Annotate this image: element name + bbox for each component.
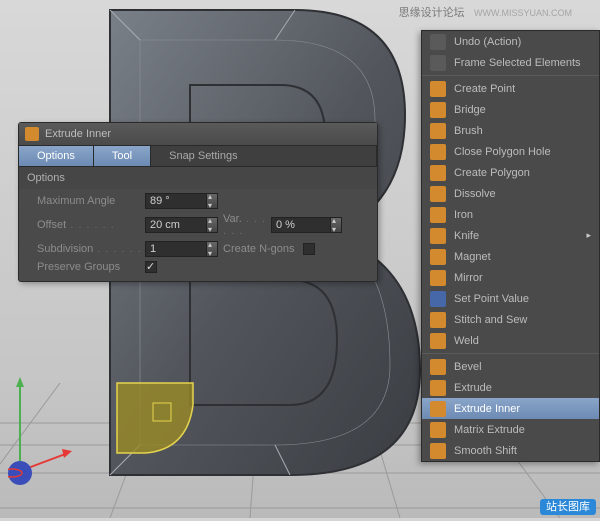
menu-weld[interactable]: Weld [422,330,599,351]
spinner-var[interactable] [331,217,342,233]
fields-grid: Maximum Angle 89 ° Offset 20 cm Var. 0 %… [19,189,377,281]
menu-magnet[interactable]: Magnet [422,246,599,267]
menu-undo-label: Undo (Action) [454,36,521,48]
label-subdivision: Subdivision [37,243,145,255]
label-max-angle: Maximum Angle [37,195,145,207]
menu-set-point-label: Set Point Value [454,293,529,305]
menu-separator [422,75,599,76]
menu-create-poly-label: Create Polygon [454,167,530,179]
extrude-icon [430,380,446,396]
menu-bridge-label: Bridge [454,104,486,116]
menu-knife[interactable]: Knife ▸ [422,225,599,246]
menu-bevel-label: Bevel [454,361,482,373]
menu-iron-label: Iron [454,209,473,221]
tab-options[interactable]: Options [19,146,94,166]
menu-knife-label: Knife [454,230,479,242]
menu-matrix-extrude[interactable]: Matrix Extrude [422,419,599,440]
menu-close-poly-label: Close Polygon Hole [454,146,551,158]
knife-icon [430,228,446,244]
menu-extrude[interactable]: Extrude [422,377,599,398]
menu-weld-label: Weld [454,335,479,347]
menu-bridge[interactable]: Bridge [422,99,599,120]
menu-create-poly[interactable]: Create Polygon [422,162,599,183]
menu-dissolve[interactable]: Dissolve [422,183,599,204]
watermark-text: 思缘设计论坛 [399,7,465,19]
matrix-extrude-icon [430,422,446,438]
mirror-icon [430,270,446,286]
chevron-right-icon: ▸ [586,230,591,241]
input-offset[interactable]: 20 cm [145,217,207,233]
label-var: Var. [223,213,271,237]
iron-icon [430,207,446,223]
checkbox-preserve-groups[interactable] [145,261,157,273]
watermark-bottom: 站长图库 [540,498,596,514]
bridge-icon [430,102,446,118]
menu-bevel[interactable]: Bevel [422,356,599,377]
spinner-max-angle[interactable] [207,193,218,209]
axis-gizmo[interactable] [8,373,73,488]
menu-mirror[interactable]: Mirror [422,267,599,288]
menu-smooth-shift[interactable]: Smooth Shift [422,440,599,461]
label-create-ngons: Create N-gons [223,243,295,255]
input-max-angle[interactable]: 89 ° [145,193,207,209]
menu-create-point[interactable]: Create Point [422,78,599,99]
extrude-inner-panel[interactable]: Extrude Inner Options Tool Snap Settings… [18,122,378,282]
weld-icon [430,333,446,349]
close-poly-icon [430,144,446,160]
create-poly-icon [430,165,446,181]
stitch-icon [430,312,446,328]
label-offset: Offset [37,219,145,231]
menu-stitch[interactable]: Stitch and Sew [422,309,599,330]
panel-titlebar[interactable]: Extrude Inner [19,123,377,146]
smooth-shift-icon [430,443,446,459]
extrude-inner-icon [430,401,446,417]
menu-brush[interactable]: Brush [422,120,599,141]
watermark-top: 思缘设计论坛 WWW.MISSYUAN.COM [399,4,572,20]
menu-brush-label: Brush [454,125,483,137]
bevel-icon [430,359,446,375]
tab-tool[interactable]: Tool [94,146,151,166]
watermark-bubble: 站长图库 [540,499,596,515]
brush-icon [430,123,446,139]
menu-extrude-label: Extrude [454,382,492,394]
checkbox-create-ngons[interactable] [303,243,315,255]
section-options: Options [19,167,377,189]
extrude-inner-icon [25,127,39,141]
menu-separator [422,353,599,354]
label-preserve-groups: Preserve Groups [37,261,145,273]
viewport-3d: 思缘设计论坛 WWW.MISSYUAN.COM Extrude Inner Op… [0,0,600,518]
set-point-icon [430,291,446,307]
input-var[interactable]: 0 % [271,217,331,233]
spinner-offset[interactable] [207,217,218,233]
magnet-icon [430,249,446,265]
menu-matrix-extrude-label: Matrix Extrude [454,424,525,436]
menu-create-point-label: Create Point [454,83,515,95]
menu-stitch-label: Stitch and Sew [454,314,527,326]
menu-mirror-label: Mirror [454,272,483,284]
menu-undo[interactable]: Undo (Action) [422,31,599,52]
menu-iron[interactable]: Iron [422,204,599,225]
menu-smooth-shift-label: Smooth Shift [454,445,517,457]
menu-set-point[interactable]: Set Point Value [422,288,599,309]
panel-tabs: Options Tool Snap Settings [19,146,377,167]
tab-snap-settings[interactable]: Snap Settings [151,146,377,166]
menu-frame-selected[interactable]: Frame Selected Elements [422,52,599,73]
menu-magnet-label: Magnet [454,251,491,263]
frame-icon [430,55,446,71]
spinner-subdivision[interactable] [207,241,218,257]
input-subdivision[interactable]: 1 [145,241,207,257]
menu-extrude-inner[interactable]: Extrude Inner [422,398,599,419]
context-menu[interactable]: Undo (Action) Frame Selected Elements Cr… [421,30,600,462]
menu-frame-label: Frame Selected Elements [454,57,581,69]
undo-icon [430,34,446,50]
watermark-sub: WWW.MISSYUAN.COM [474,8,572,18]
create-point-icon [430,81,446,97]
menu-dissolve-label: Dissolve [454,188,496,200]
menu-close-poly[interactable]: Close Polygon Hole [422,141,599,162]
panel-title-text: Extrude Inner [45,128,111,140]
dissolve-icon [430,186,446,202]
menu-extrude-inner-label: Extrude Inner [454,403,520,415]
